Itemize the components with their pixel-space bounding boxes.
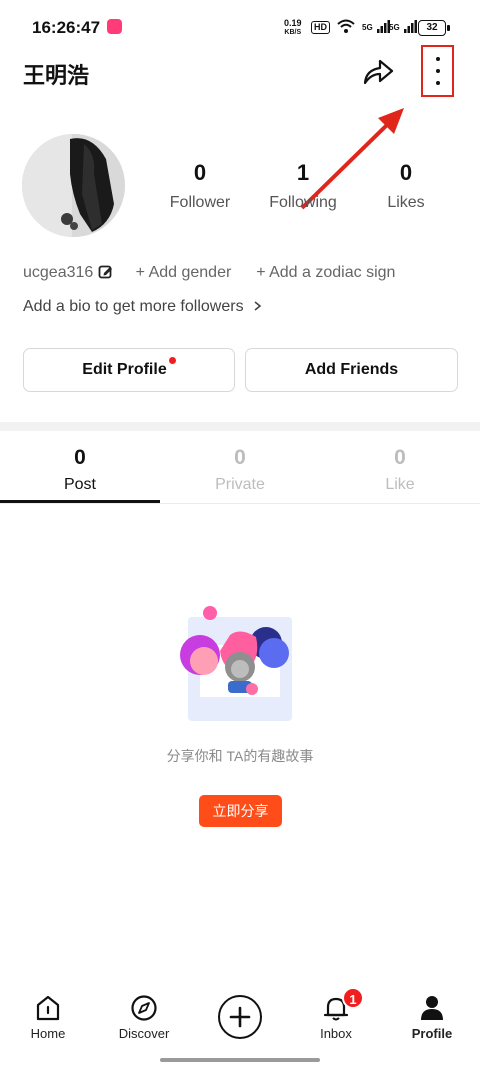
hd-voice-icon: HD bbox=[311, 21, 330, 34]
plus-icon bbox=[229, 1006, 251, 1028]
status-bar: 16:26:47 0.19 KB/S HD 5G 5G 32 bbox=[0, 0, 480, 56]
avatar-photo bbox=[22, 134, 125, 237]
nav-inbox-label: Inbox bbox=[320, 1026, 352, 1041]
tab-post-count: 0 bbox=[74, 446, 86, 469]
edit-profile-button[interactable]: Edit Profile bbox=[23, 348, 235, 392]
following-label: Following bbox=[269, 194, 337, 211]
nav-home-label: Home bbox=[30, 1026, 66, 1041]
sig1-label: 5G bbox=[362, 23, 373, 32]
following-count: 1 bbox=[296, 160, 310, 185]
nav-profile-label: Profile bbox=[411, 1026, 453, 1041]
bio-prompt-text: Add a bio to get more followers bbox=[23, 298, 244, 315]
likes-label: Likes bbox=[387, 194, 425, 211]
tab-post-label: Post bbox=[63, 476, 96, 493]
share-now-button[interactable]: 立即分享 bbox=[199, 795, 282, 827]
person-icon bbox=[421, 996, 443, 1020]
followers-count: 0 bbox=[193, 160, 207, 185]
add-gender-link[interactable]: + Add gender bbox=[136, 264, 232, 281]
bio-prompt[interactable]: Add a bio to get more followers bbox=[23, 298, 264, 316]
likes-count: 0 bbox=[399, 160, 413, 185]
tab-divider bbox=[0, 503, 480, 504]
more-dot bbox=[436, 81, 440, 85]
avatar[interactable] bbox=[22, 134, 125, 237]
add-friends-button[interactable]: Add Friends bbox=[245, 348, 458, 392]
edit-icon[interactable] bbox=[98, 264, 113, 279]
cellular-signal-2: 5G bbox=[389, 17, 418, 35]
more-dot bbox=[436, 69, 440, 73]
tab-private[interactable]: 0 Private bbox=[160, 446, 320, 494]
stat-following[interactable]: 1 Following bbox=[248, 160, 358, 212]
stat-followers[interactable]: 0 Follower bbox=[145, 160, 255, 212]
net-speed-unit: KB/S bbox=[284, 29, 302, 36]
add-friends-label: Add Friends bbox=[304, 361, 399, 378]
home-indicator bbox=[160, 1058, 320, 1062]
battery-icon: 32 bbox=[418, 20, 450, 36]
cellular-signal-1: 5G bbox=[362, 17, 391, 35]
stat-likes[interactable]: 0 Likes bbox=[351, 160, 461, 212]
inbox-badge: 1 bbox=[342, 987, 364, 1009]
app-notification-icon bbox=[107, 19, 122, 34]
empty-state-message: 分享你和 TA的有趣故事 bbox=[166, 748, 314, 764]
notification-dot bbox=[168, 357, 176, 364]
edit-profile-label: Edit Profile bbox=[82, 361, 167, 378]
nav-discover[interactable]: Discover bbox=[96, 994, 192, 1041]
profile-meta-row: ucgea316 + Add gender + Add a zodiac sig… bbox=[23, 264, 395, 282]
net-speed-value: 0.19 bbox=[284, 18, 302, 28]
nav-home[interactable]: Home bbox=[0, 994, 96, 1041]
home-icon bbox=[36, 995, 60, 1021]
tab-like-count: 0 bbox=[394, 446, 406, 469]
sig2-label: 5G bbox=[389, 23, 400, 32]
tab-like[interactable]: 0 Like bbox=[320, 446, 480, 494]
nav-profile[interactable]: Profile bbox=[384, 994, 480, 1041]
create-post-button[interactable] bbox=[218, 995, 262, 1039]
tab-like-label: Like bbox=[385, 476, 415, 493]
tab-private-count: 0 bbox=[234, 446, 246, 469]
chevron-right-icon bbox=[254, 301, 262, 311]
user-handle[interactable]: ucgea316 bbox=[23, 264, 93, 281]
more-options-button[interactable] bbox=[421, 45, 454, 97]
status-time: 16:26:47 bbox=[32, 18, 101, 37]
section-divider bbox=[0, 422, 480, 431]
followers-label: Follower bbox=[169, 194, 231, 211]
page-title: 王明浩 bbox=[23, 64, 90, 89]
tab-post[interactable]: 0 Post bbox=[0, 446, 160, 494]
compass-icon bbox=[131, 995, 157, 1021]
share-button[interactable] bbox=[360, 56, 396, 88]
add-zodiac-link[interactable]: + Add a zodiac sign bbox=[256, 264, 395, 281]
nav-discover-label: Discover bbox=[118, 1026, 170, 1041]
empty-state-illustration bbox=[180, 606, 292, 721]
tab-private-label: Private bbox=[215, 476, 265, 493]
network-speed: 0.19 KB/S bbox=[284, 19, 302, 37]
share-arrow-icon bbox=[363, 59, 394, 85]
more-vertical-icon bbox=[436, 57, 440, 61]
nav-inbox[interactable]: Inbox bbox=[288, 994, 384, 1041]
wifi-icon bbox=[337, 19, 355, 33]
signal-bars-icon bbox=[404, 20, 418, 33]
